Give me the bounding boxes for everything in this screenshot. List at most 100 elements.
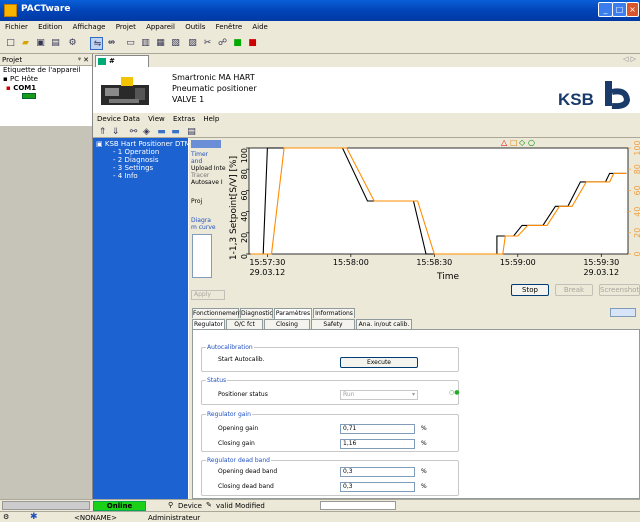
group-regulator-gain: Regulator gain Opening gain 0,71 % Closi…: [201, 411, 459, 452]
menu-outils[interactable]: Outils: [185, 21, 205, 34]
toolbar-red-button[interactable]: ■: [246, 37, 259, 50]
trend-chart: 1-1,3 Setpoint[S/V] [%] 0 0 20 20 40 40 60 60 80…: [229, 138, 640, 282]
project-panel-header: Projet ᵠ ✕: [0, 54, 92, 66]
app-logo-icon: [4, 4, 17, 17]
tab-diagnostic[interactable]: Diagnostic: [240, 308, 273, 318]
dtm-print-button[interactable]: ▤: [185, 126, 196, 137]
deadband-title: Regulator dead band: [206, 457, 271, 464]
nav-item-operation[interactable]: - 1 Operation: [93, 148, 188, 156]
device-status-label: Device: [178, 502, 202, 510]
toolbar-print-button[interactable]: ▤: [49, 37, 62, 50]
toolbar-device-button[interactable]: ▦: [154, 37, 167, 50]
toolbar-tools-button[interactable]: ✂: [201, 37, 214, 50]
panel-corner-icons[interactable]: [610, 308, 636, 317]
nav-item-settings[interactable]: - 3 Settings: [93, 164, 188, 172]
tab-parametres[interactable]: Paramètres: [274, 308, 312, 319]
ksb-logo-text: KSB: [558, 90, 594, 109]
opening-gain-label: Opening gain: [218, 425, 259, 432]
menu-fenetre[interactable]: Fenêtre: [216, 21, 242, 34]
menu-fichier[interactable]: Fichier: [5, 21, 28, 34]
dtm-upload-button[interactable]: ⇑: [96, 126, 107, 137]
nav-item-info[interactable]: - 4 Info: [93, 172, 188, 180]
tracer-label: Tracer: [191, 172, 210, 179]
menu-appareil[interactable]: Appareil: [146, 21, 175, 34]
toolbar-save-button[interactable]: ▣: [34, 37, 47, 50]
tab-ana-calib[interactable]: Ana. in/out calib.: [356, 319, 412, 329]
project-panel-title: Projet: [2, 56, 23, 64]
bottom-star-icon[interactable]: ✱: [30, 512, 38, 522]
dtm-menu-extras[interactable]: Extras: [173, 115, 195, 123]
left-scroll[interactable]: [2, 501, 90, 510]
tab-oc-fct-point[interactable]: O/C fct point: [226, 319, 263, 337]
catalog-icon: ▨: [188, 38, 197, 48]
tree-item-com[interactable]: ▪ COM1: [0, 84, 92, 93]
dtm-link-button[interactable]: ⚯: [127, 126, 138, 137]
tab-safety-position[interactable]: Safety position: [311, 319, 355, 337]
y-tick-label-1: 20: [240, 233, 249, 243]
tab-parametre[interactable]: # Paramètre: [95, 55, 150, 76]
device-tree-icon: [22, 93, 36, 99]
menu-aide[interactable]: Aide: [252, 21, 267, 34]
execute-button[interactable]: Execute: [340, 357, 418, 368]
toolbar-download-button[interactable]: ▥: [139, 37, 152, 50]
dtm-screen2-button[interactable]: ▬: [169, 126, 180, 137]
toolbar-new-button[interactable]: □: [4, 37, 17, 50]
break-button[interactable]: Break: [555, 284, 593, 296]
nav-root[interactable]: ▣ KSB Hart Positioner DTM: [93, 140, 191, 148]
tab-closing-direction[interactable]: Closing direction: [264, 319, 310, 337]
dtm-menu-view[interactable]: View: [148, 115, 165, 123]
close-button[interactable]: ×: [626, 2, 639, 17]
bottom-tool-icon[interactable]: ⚙: [3, 513, 9, 521]
toolbar-network-button[interactable]: ☍: [216, 37, 229, 50]
tree-item-device[interactable]: [0, 93, 92, 102]
warning-icon: △: [501, 138, 508, 147]
menu-affichage[interactable]: Affichage: [73, 21, 106, 34]
tree-item-pc[interactable]: ▪ PC Hôte: [0, 75, 92, 84]
pin-icon[interactable]: ᵠ ✕: [78, 54, 89, 66]
dtm-download-button[interactable]: ⇓: [109, 126, 120, 137]
dtm-screen1-button[interactable]: ▬: [155, 126, 166, 137]
curve-list[interactable]: [192, 234, 212, 278]
menu-projet[interactable]: Projet: [116, 21, 136, 34]
maximize-button[interactable]: □: [612, 2, 627, 17]
toolbar-open-button[interactable]: ▰: [19, 37, 32, 50]
menu-edition[interactable]: Edition: [38, 21, 62, 34]
minimize-button[interactable]: _: [598, 2, 613, 17]
dtm-menu-help[interactable]: Help: [203, 115, 219, 123]
tab-fonctionnement[interactable]: Fonctionnement: [192, 308, 242, 318]
screenshot-button[interactable]: Screenshot: [599, 284, 640, 296]
y2-tick-label-2: 40: [633, 207, 640, 217]
dtm-menu-device-data[interactable]: Device Data: [97, 115, 140, 123]
toolbar-props-button[interactable]: ⚙: [66, 37, 79, 50]
stop-button[interactable]: Stop: [511, 284, 549, 296]
toolbar-disconnect-button[interactable]: ⇎: [105, 37, 118, 50]
status-indicator-icon: ○●: [449, 389, 460, 396]
proj-label: Proj: [191, 198, 203, 205]
save-icon: ▣: [36, 38, 45, 48]
closing-deadband-input[interactable]: 0,3: [340, 482, 415, 492]
app-title: PACTware: [21, 4, 71, 14]
device-tag: VALVE 1: [172, 95, 205, 104]
toolbar-green-button[interactable]: ■: [231, 37, 244, 50]
nav-item-diagnosis[interactable]: - 2 Diagnosis: [93, 156, 188, 164]
opening-deadband-input[interactable]: 0,3: [340, 467, 415, 477]
x-tick-date-0: 29.03.12: [250, 268, 286, 277]
diagram-label: Diagra: [191, 217, 211, 224]
connect-icon: ⇋: [93, 39, 102, 49]
toolbar-catalog-button[interactable]: ▨: [186, 37, 199, 50]
toolbar-connect-button[interactable]: ⇋: [90, 37, 103, 50]
closing-deadband-label: Closing dead band: [218, 483, 274, 490]
online-indicator: Online: [93, 501, 146, 511]
print-icon: ▤: [51, 38, 60, 48]
tab-informations[interactable]: Informations: [313, 308, 355, 318]
toolbar-upload-button[interactable]: ▭: [124, 37, 137, 50]
apply-button[interactable]: Apply: [191, 290, 225, 300]
dtm-diamond-button[interactable]: ◈: [140, 126, 151, 137]
options-button[interactable]: [191, 140, 221, 148]
closing-gain-input[interactable]: 1,16: [340, 439, 415, 449]
curve-label: m curve: [191, 224, 216, 231]
opening-deadband-unit: %: [421, 468, 427, 475]
tab-scroll-arrows[interactable]: ◁ ▷: [623, 55, 636, 63]
opening-gain-input[interactable]: 0,71: [340, 424, 415, 434]
toolbar-measure-button[interactable]: ▧: [169, 37, 182, 50]
